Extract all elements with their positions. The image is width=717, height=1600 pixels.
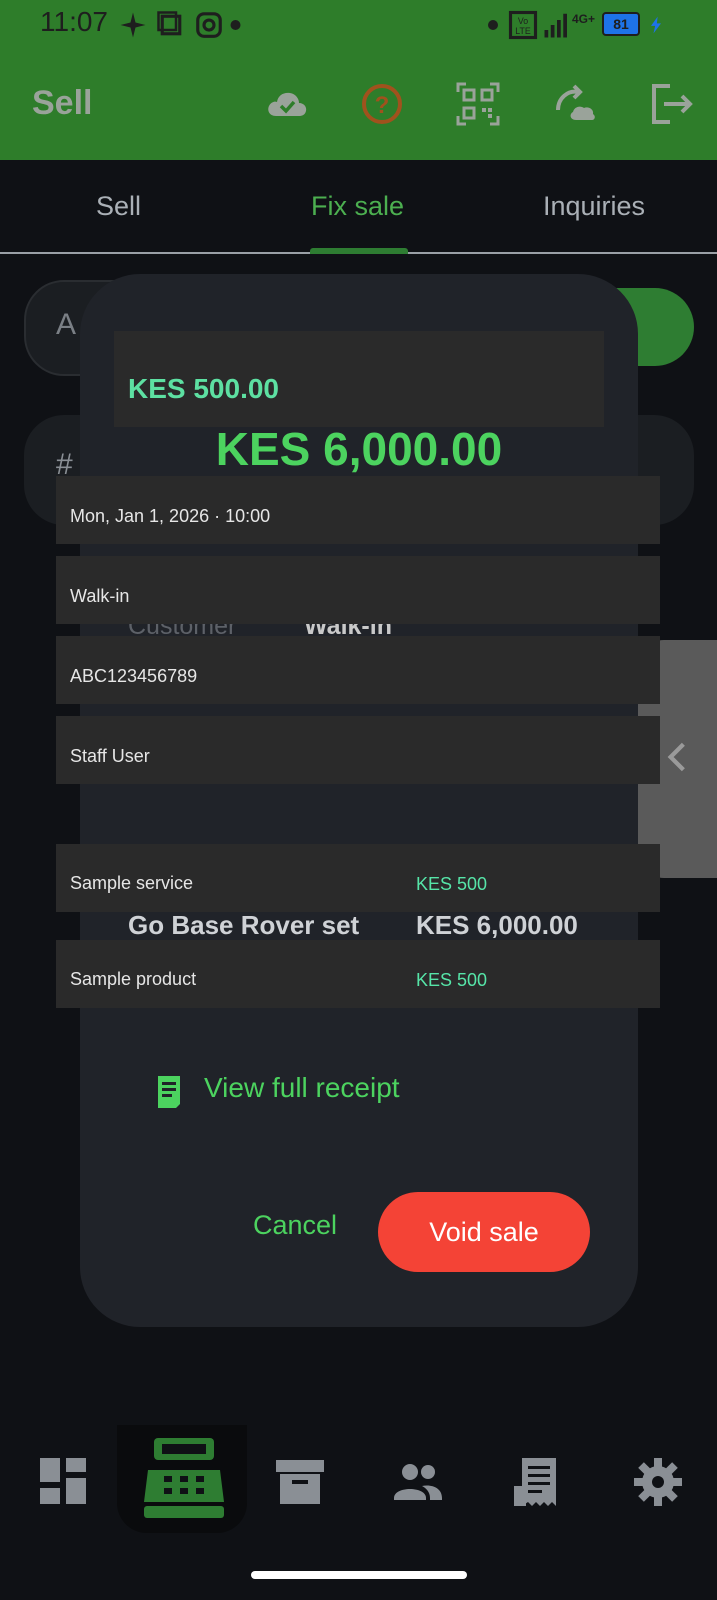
cancel-button[interactable]: Cancel: [232, 1190, 358, 1260]
chevron-left-icon: [667, 742, 685, 772]
item-price: KES 500: [416, 970, 488, 990]
item-name: Sample product: [70, 969, 197, 989]
detail-row: [56, 556, 660, 624]
page-title: Sell: [32, 84, 93, 122]
sync-cloud-icon[interactable]: [552, 80, 600, 128]
sale-datetime: Mon, Jan 1, 2026 · 10:00: [70, 506, 271, 526]
line-item-name: Go Base Rover set: [128, 910, 360, 940]
logout-icon[interactable]: [648, 80, 696, 128]
signal-icon: [544, 13, 567, 38]
archive-icon[interactable]: [274, 1456, 326, 1508]
sparkle-icon: [120, 12, 146, 38]
charging-icon: [651, 16, 661, 34]
help-icon[interactable]: ?: [358, 80, 406, 128]
tab-indicator: [310, 248, 408, 254]
search-field-text: A: [56, 308, 77, 341]
staff-name: Staff User: [70, 746, 150, 766]
view-full-receipt-link[interactable]: View full receipt: [204, 1072, 400, 1104]
svg-text:LTE: LTE: [515, 26, 531, 36]
void-sale-button[interactable]: Void sale: [378, 1192, 590, 1272]
sale-total: KES 6,000.00: [215, 423, 503, 475]
dot-icon: [230, 20, 241, 30]
svg-text:Vo: Vo: [518, 16, 528, 26]
qr-scan-icon[interactable]: [454, 80, 502, 128]
battery-indicator: 81: [602, 12, 640, 36]
tab-fix-sale[interactable]: Fix sale: [311, 191, 404, 222]
customer-name: Walk-in: [70, 586, 130, 606]
cloud-check-icon[interactable]: [263, 80, 311, 128]
settings-gear-icon[interactable]: [632, 1456, 684, 1508]
tab-inquiries[interactable]: Inquiries: [543, 191, 645, 222]
item-price: KES 500: [416, 874, 488, 894]
tab-sell[interactable]: Sell: [96, 191, 141, 222]
receipt-number: ABC123456789: [70, 666, 198, 686]
dot-icon: [488, 20, 498, 30]
status-time: 11:07: [40, 6, 108, 37]
item-name: Sample service: [70, 873, 194, 893]
price-box-value: KES 500.00: [128, 373, 279, 404]
instagram-icon: [196, 12, 222, 38]
home-indicator[interactable]: [251, 1571, 467, 1579]
receipt-long-icon[interactable]: [512, 1456, 564, 1508]
cash-register-icon[interactable]: [142, 1436, 226, 1520]
line-item-price: KES 6,000.00: [416, 910, 578, 940]
volte-icon: VoLTE: [508, 10, 538, 40]
receipt-icon[interactable]: [154, 1074, 184, 1110]
copy-icon: [157, 11, 182, 36]
dashboard-icon[interactable]: [38, 1456, 90, 1508]
svg-text:?: ?: [375, 92, 390, 119]
people-icon[interactable]: [392, 1456, 444, 1508]
network-type: 4G+: [572, 12, 596, 26]
